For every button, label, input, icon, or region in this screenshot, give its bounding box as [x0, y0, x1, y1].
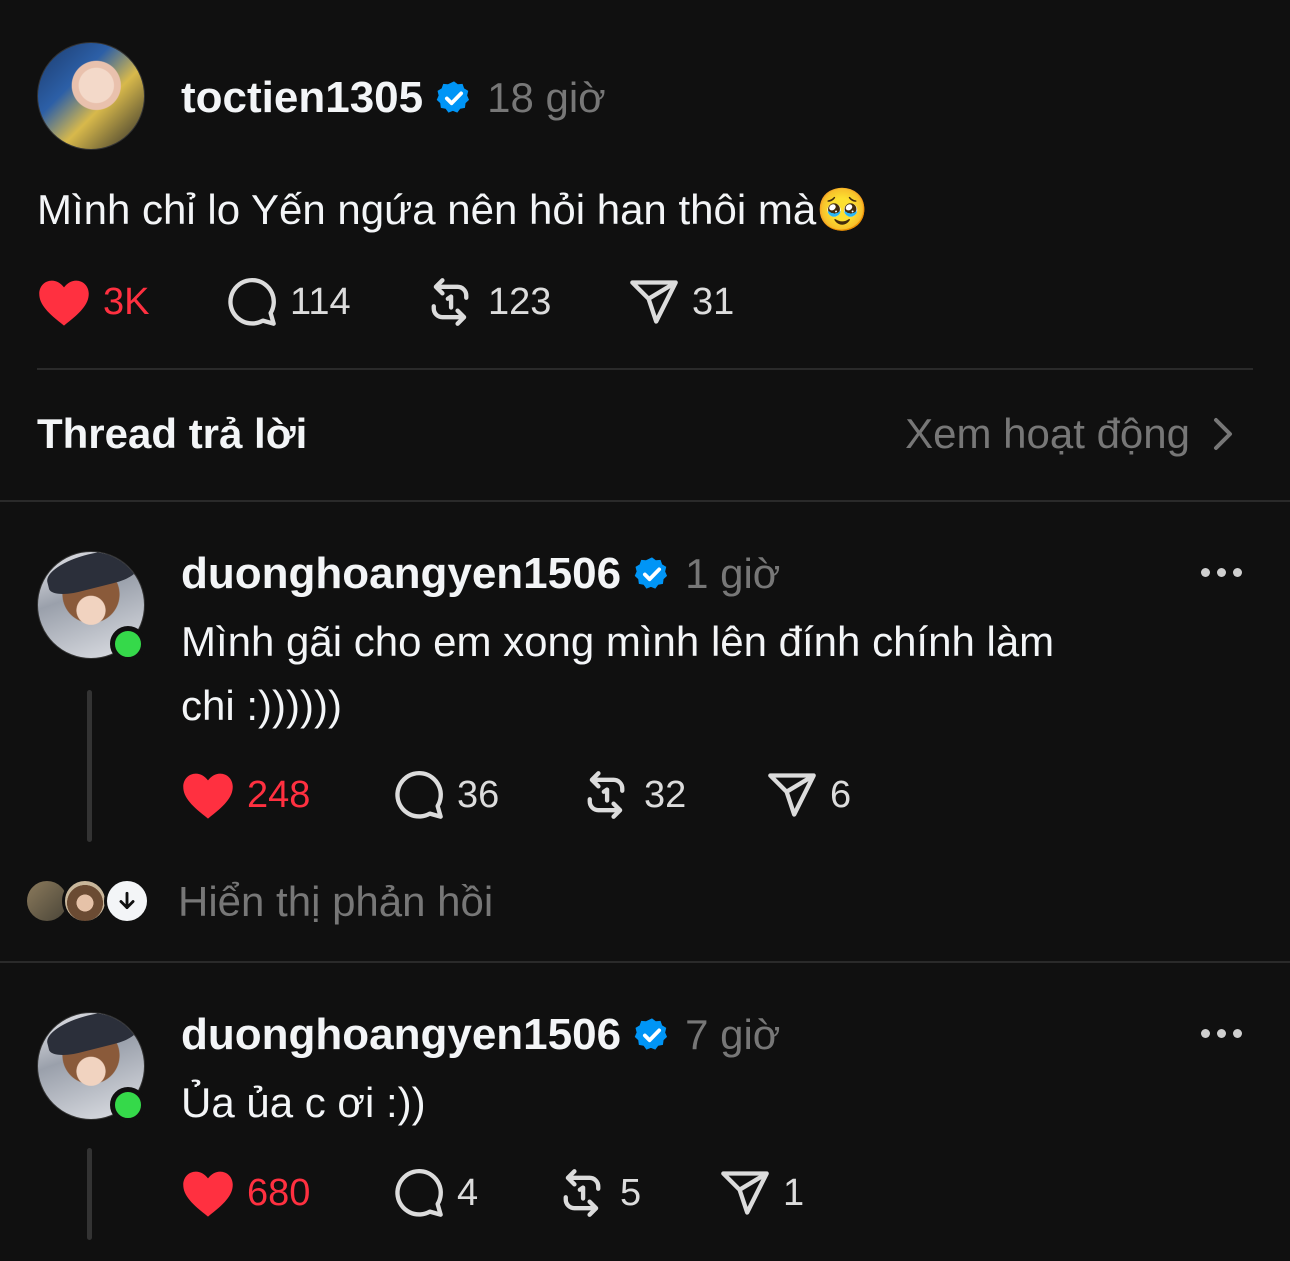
share-button[interactable]: 31 [628, 272, 734, 332]
comment-count: 114 [290, 280, 351, 323]
divider [0, 500, 1290, 502]
repost-button[interactable]: 123 [424, 272, 551, 332]
comment-button[interactable]: 114 [226, 272, 351, 332]
share-icon [630, 280, 678, 324]
post-text: Mình chỉ lo Yến ngứa nên hỏi han thôi mà [37, 186, 817, 233]
comment-count: 36 [457, 773, 500, 816]
reply-text-line: chi :)))))) [181, 682, 342, 729]
arrow-down-icon [104, 878, 150, 924]
post-time: 18 giờ [487, 74, 606, 121]
reply-username[interactable]: duonghoangyen1506 [181, 1010, 621, 1060]
share-count: 6 [830, 773, 852, 816]
share-button[interactable]: 1 [719, 1163, 804, 1223]
avatar[interactable] [37, 42, 145, 150]
divider [37, 368, 1253, 370]
like-count: 3K [103, 280, 150, 323]
share-button[interactable]: 6 [766, 765, 851, 825]
post-text-container: Mình chỉ lo Yến ngứa nên hỏi han thôi mà… [37, 178, 869, 242]
reply-avatar-mini [62, 878, 108, 924]
reply-username[interactable]: duonghoangyen1506 [181, 549, 621, 599]
more-icon[interactable] [1201, 568, 1242, 577]
thread-line [87, 690, 92, 842]
share-icon [768, 773, 816, 817]
online-status-dot [110, 626, 146, 662]
repost-count: 32 [644, 773, 687, 816]
share-count: 31 [692, 280, 735, 323]
repost-icon [563, 1169, 601, 1217]
share-count: 1 [783, 1171, 805, 1214]
replies-header-title: Thread trả lời [37, 410, 308, 457]
repost-icon [431, 278, 469, 326]
comment-button[interactable]: 4 [393, 1163, 478, 1223]
heart-icon [39, 280, 89, 326]
view-activity-link[interactable]: Xem hoạt động [905, 410, 1236, 458]
comment-count: 4 [457, 1171, 479, 1214]
reply-text-line: Mình gãi cho em xong mình lên đính chính… [181, 618, 1055, 665]
heart-icon [183, 773, 233, 819]
reply-time: 7 giờ [685, 1011, 781, 1058]
reply-text-line: Ủa ủa c ơi :)) [181, 1079, 426, 1126]
thread-line [87, 1148, 92, 1240]
heart-icon [183, 1171, 233, 1217]
repost-button[interactable]: 5 [556, 1163, 641, 1223]
like-button[interactable]: 3K [37, 272, 149, 332]
show-replies-button[interactable]: Hiển thị phản hồi [24, 872, 624, 934]
comment-icon [395, 770, 443, 819]
repost-count: 5 [620, 1171, 642, 1214]
share-icon [721, 1171, 769, 1215]
divider [0, 961, 1290, 963]
comment-button[interactable]: 36 [393, 765, 499, 825]
like-button[interactable]: 248 [181, 765, 310, 825]
view-activity-label: Xem hoạt động [905, 410, 1190, 457]
repost-count: 123 [488, 280, 552, 323]
like-count: 680 [247, 1171, 311, 1214]
chevron-right-icon [1214, 418, 1232, 450]
verified-icon [634, 1018, 668, 1050]
comment-icon [395, 1168, 443, 1217]
post-emoji: 🥹 [816, 186, 869, 233]
online-status-dot [110, 1087, 146, 1123]
reply-time: 1 giờ [685, 550, 781, 597]
show-replies-label: Hiển thị phản hồi [178, 878, 494, 925]
post-username[interactable]: toctien1305 [181, 73, 423, 123]
like-button[interactable]: 680 [181, 1163, 310, 1223]
repost-button[interactable]: 32 [580, 765, 686, 825]
comment-icon [228, 277, 276, 326]
verified-icon [436, 81, 470, 113]
verified-icon [634, 557, 668, 589]
like-count: 248 [247, 773, 311, 816]
more-icon[interactable] [1201, 1029, 1242, 1038]
repost-icon [587, 771, 625, 819]
